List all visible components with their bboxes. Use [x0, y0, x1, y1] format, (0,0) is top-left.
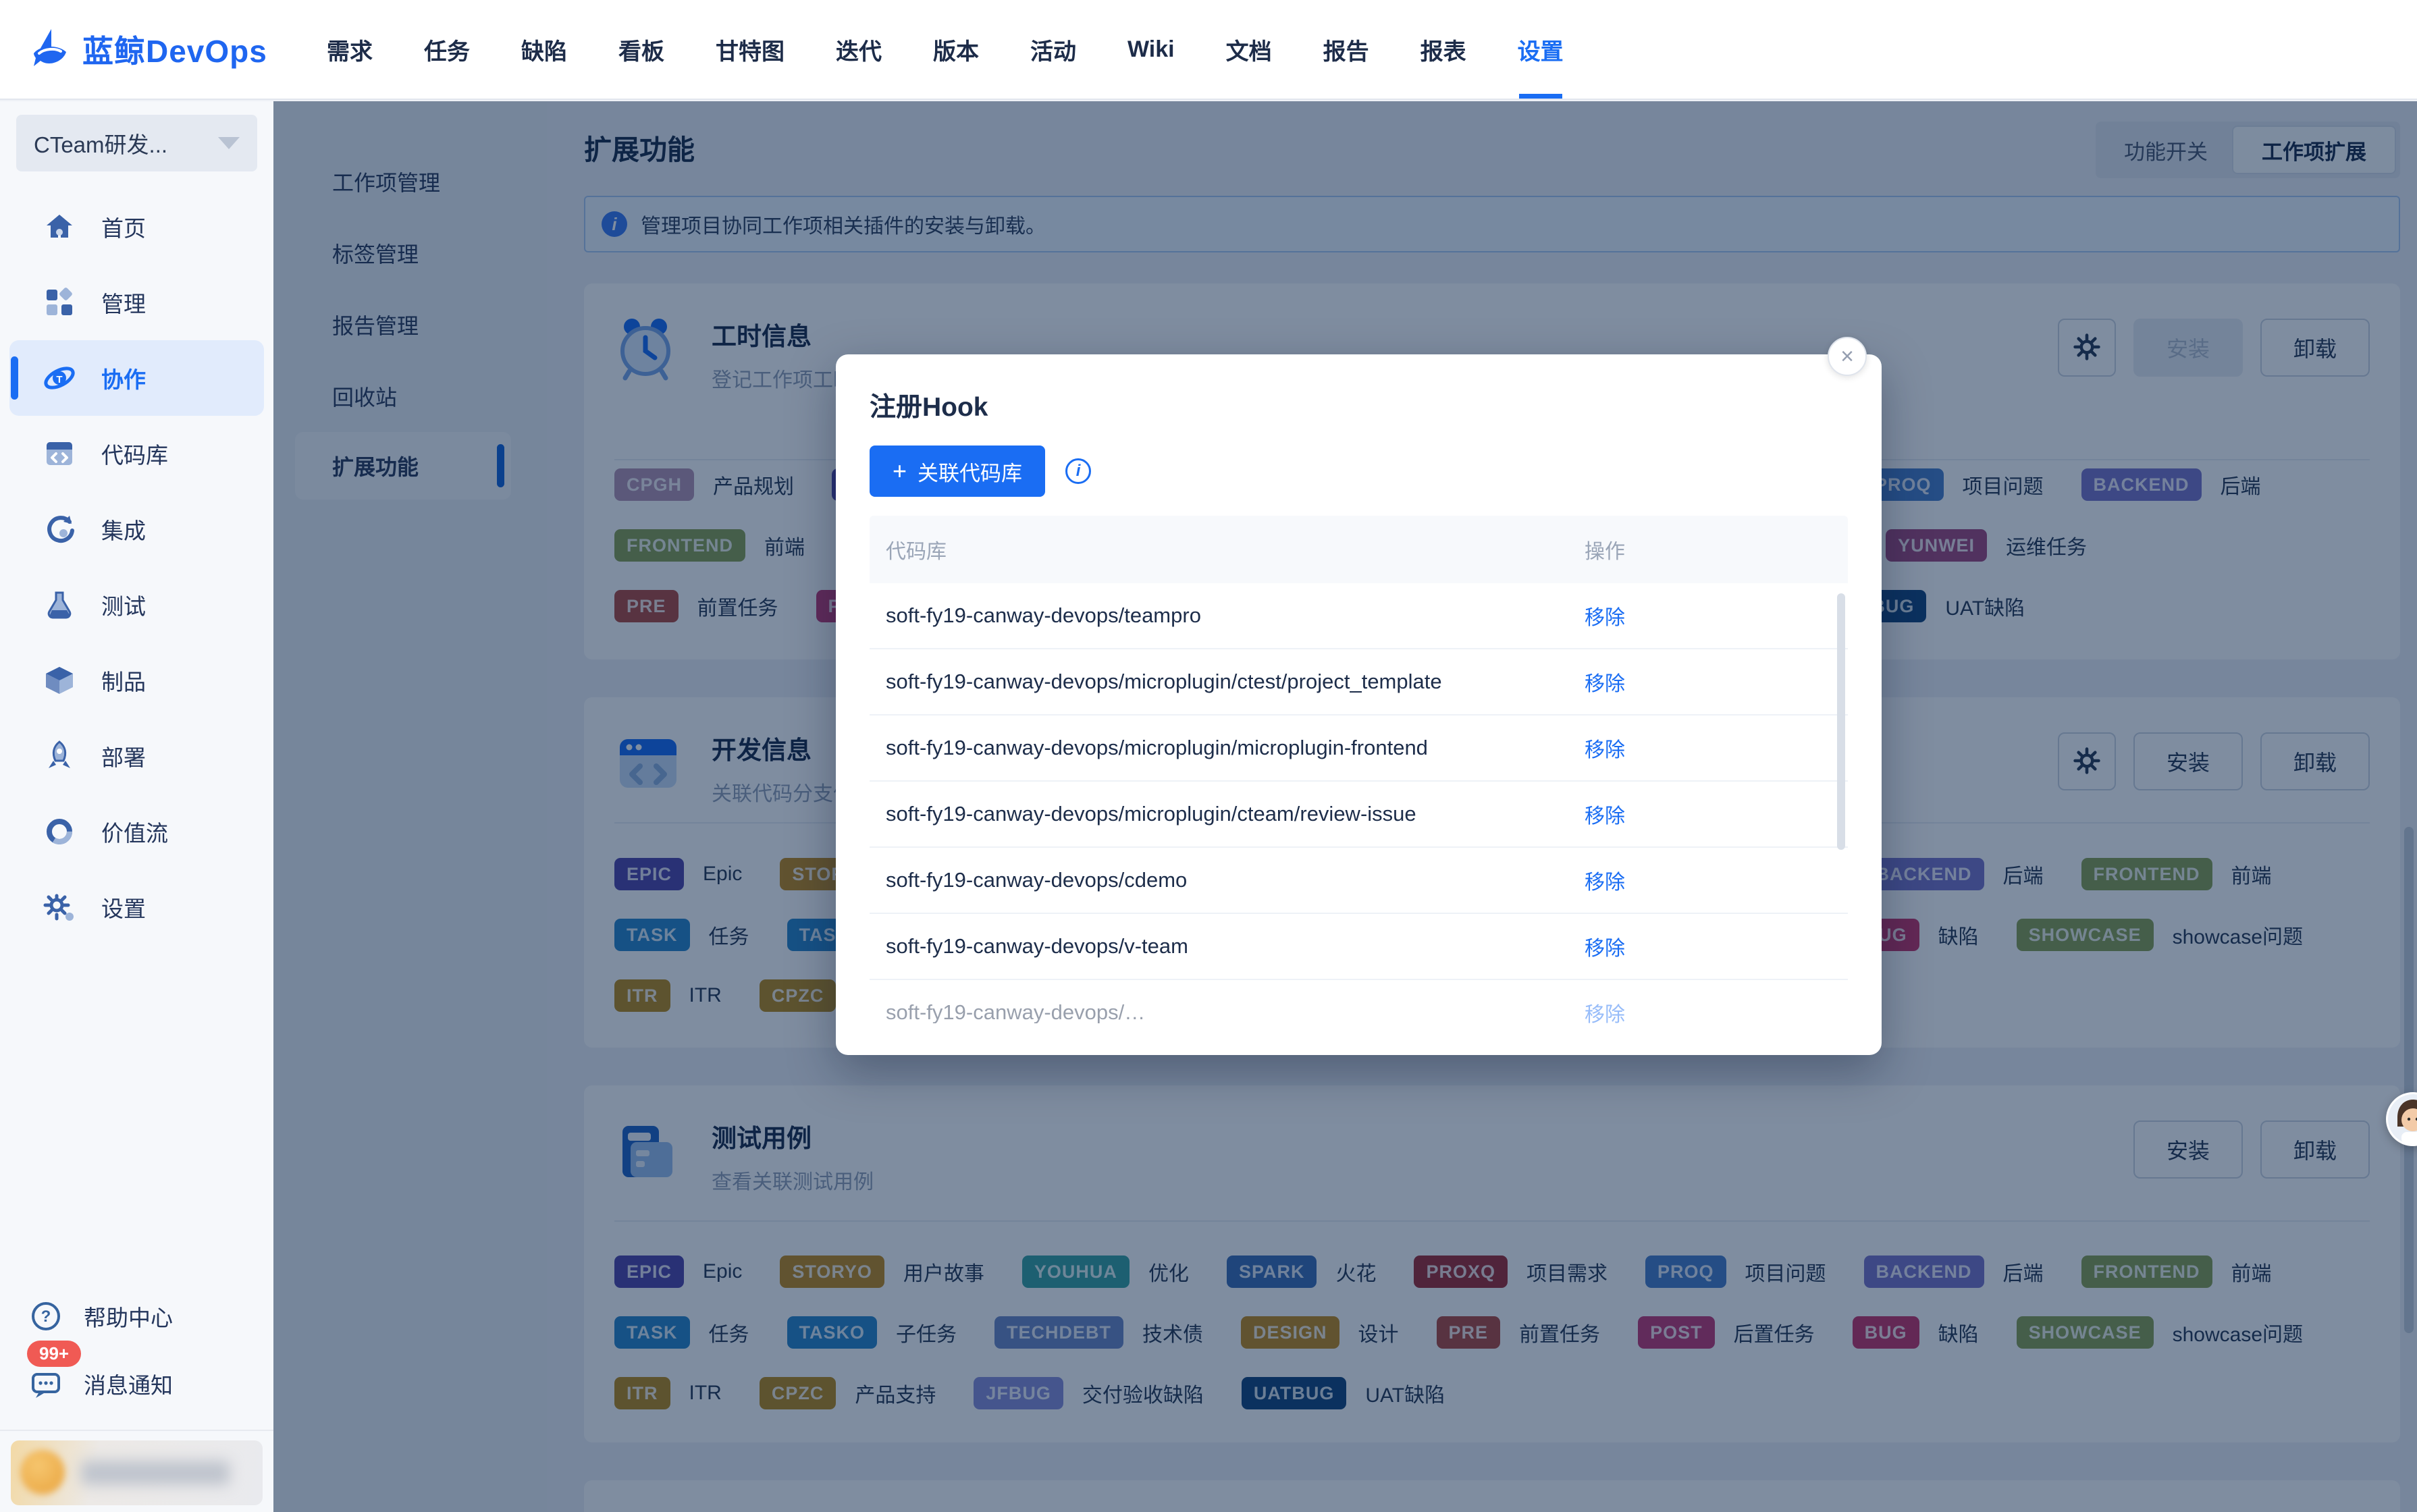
sidebar-item-settings[interactable]: 设置 — [0, 869, 273, 945]
avatar — [20, 1450, 65, 1494]
repo-row: soft-fy19-canway-devops/microplugin/ctea… — [870, 782, 1848, 848]
repo-name: soft-fy19-canway-devops/… — [870, 1000, 1585, 1023]
rocket-icon — [42, 738, 77, 774]
remove-link[interactable]: 移除 — [1585, 739, 1625, 761]
column-repo: 代码库 — [870, 535, 1585, 564]
sidebar-spacer — [0, 945, 273, 1282]
repo-name: soft-fy19-canway-devops/cdemo — [870, 868, 1585, 892]
user-name-blurred — [81, 1461, 230, 1485]
remove-link[interactable]: 移除 — [1585, 938, 1625, 960]
sidebar-item-repository[interactable]: 代码库 — [0, 416, 273, 491]
repo-name: soft-fy19-canway-devops/v-team — [870, 934, 1585, 959]
topnav-item[interactable]: 活动 — [1030, 0, 1076, 99]
info-icon[interactable]: i — [1065, 458, 1091, 484]
topnav-item[interactable]: 迭代 — [836, 0, 882, 99]
repo-table-header: 代码库 操作 — [870, 516, 1848, 583]
sidebar-item-artifact[interactable]: 制品 — [0, 643, 273, 718]
cube-icon — [42, 663, 77, 698]
repo-row: soft-fy19-canway-devops/microplugin/ctes… — [870, 649, 1848, 716]
flask-icon — [42, 587, 77, 622]
repo-name: soft-fy19-canway-devops/teampro — [870, 603, 1585, 628]
link-repo-button[interactable]: + 关联代码库 — [870, 446, 1045, 497]
topbar: 蓝鲸DevOps 需求任务缺陷看板甘特图迭代版本活动 Wiki 文档报告报表设置 — [0, 0, 2417, 100]
blocks-icon — [42, 285, 77, 320]
close-icon: × — [1840, 344, 1854, 370]
topnav-item[interactable]: 需求 — [327, 0, 373, 99]
modal-close-button[interactable]: × — [1828, 337, 1867, 376]
repo-name: soft-fy19-canway-devops/microplugin/ctea… — [870, 802, 1585, 826]
svg-text:?: ? — [41, 1307, 51, 1326]
code-repo-icon — [42, 436, 77, 471]
topnav-item[interactable]: 报表 — [1420, 0, 1466, 99]
sidebar-menu: 首页 管理 T 协作 代码库 — [0, 189, 273, 945]
topnav-item[interactable]: 甘特图 — [716, 0, 785, 99]
register-hook-modal: × 注册Hook + 关联代码库 i 代码库 操作 soft-fy19-canw… — [836, 354, 1882, 1055]
remove-link[interactable]: 移除 — [1585, 673, 1625, 695]
remove-link[interactable]: 移除 — [1585, 1004, 1625, 1023]
project-name: CTeam研发... — [34, 127, 218, 159]
logo[interactable]: 蓝鲸DevOps — [28, 26, 278, 73]
sidebar-item-home[interactable]: 首页 — [0, 189, 273, 265]
user-profile[interactable] — [11, 1440, 263, 1505]
remove-link[interactable]: 移除 — [1585, 805, 1625, 828]
topnav-item[interactable]: 版本 — [933, 0, 979, 99]
sidebar-item-integration[interactable]: 集成 — [0, 491, 273, 567]
topnav-item[interactable]: 设置 — [1518, 0, 1564, 99]
notifications[interactable]: 99+ 消息通知 — [0, 1350, 273, 1418]
sidebar-item-collaboration[interactable]: T 协作 — [9, 340, 264, 416]
sidebar: CTeam研发... 首页 管理 T 协作 — [0, 101, 273, 1512]
help-center[interactable]: ? 帮助中心 — [0, 1282, 273, 1350]
loop-icon — [42, 512, 77, 547]
svg-text:T: T — [56, 374, 62, 385]
project-selector[interactable]: CTeam研发... — [16, 115, 257, 171]
logo-text: 蓝鲸DevOps — [82, 27, 267, 72]
table-scrollbar[interactable] — [1837, 593, 1845, 850]
notification-badge: 99+ — [27, 1341, 81, 1367]
chevron-down-icon — [218, 137, 240, 149]
sidebar-footer: ? 帮助中心 99+ 消息通知 — [0, 1282, 273, 1512]
remove-link[interactable]: 移除 — [1585, 871, 1625, 894]
column-action: 操作 — [1585, 535, 1848, 564]
bk-whale-logo-icon — [28, 26, 72, 73]
repo-row: soft-fy19-canway-devops/v-team 移除 — [870, 914, 1848, 980]
repo-table: 代码库 操作 soft-fy19-canway-devops/teampro 移… — [870, 516, 1848, 1023]
repo-row: soft-fy19-canway-devops/microplugin/micr… — [870, 716, 1848, 782]
sidebar-item-manage[interactable]: 管理 — [0, 265, 273, 340]
remove-link[interactable]: 移除 — [1585, 607, 1625, 629]
plus-icon: + — [893, 459, 907, 483]
repo-name: soft-fy19-canway-devops/microplugin/ctes… — [870, 670, 1585, 694]
repo-row: soft-fy19-canway-devops/teampro 移除 — [870, 583, 1848, 649]
gears-icon — [42, 890, 77, 925]
question-circle-icon: ? — [28, 1299, 63, 1334]
top-navigation: 需求任务缺陷看板甘特图迭代版本活动 Wiki 文档报告报表设置 — [327, 0, 1564, 99]
topnav-item[interactable]: Wiki — [1127, 0, 1175, 99]
sidebar-item-value-stream[interactable]: 价值流 — [0, 794, 273, 869]
topnav-item[interactable]: 缺陷 — [521, 0, 567, 99]
modal-title: 注册Hook — [870, 386, 1848, 424]
topnav-item[interactable]: 任务 — [424, 0, 470, 99]
sidebar-item-test[interactable]: 测试 — [0, 567, 273, 643]
ring-icon — [42, 814, 77, 849]
repo-table-body: soft-fy19-canway-devops/teampro 移除 soft-… — [870, 583, 1848, 1023]
user-section — [0, 1430, 273, 1512]
sidebar-item-deploy[interactable]: 部署 — [0, 718, 273, 794]
app-window: 蓝鲸DevOps 需求任务缺陷看板甘特图迭代版本活动Wiki文档报告报表设置 C… — [0, 0, 2417, 1512]
repo-row: soft-fy19-canway-devops/… 移除 — [870, 980, 1848, 1023]
topnav-item[interactable]: 报告 — [1323, 0, 1369, 99]
topnav-item[interactable]: 文档 — [1226, 0, 1272, 99]
repo-name: soft-fy19-canway-devops/microplugin/micr… — [870, 736, 1585, 760]
repo-row: soft-fy19-canway-devops/cdemo 移除 — [870, 848, 1848, 914]
orbit-collab-icon: T — [42, 360, 77, 396]
message-icon — [28, 1366, 63, 1401]
topnav-item[interactable]: 看板 — [618, 0, 664, 99]
home-icon — [42, 209, 77, 244]
